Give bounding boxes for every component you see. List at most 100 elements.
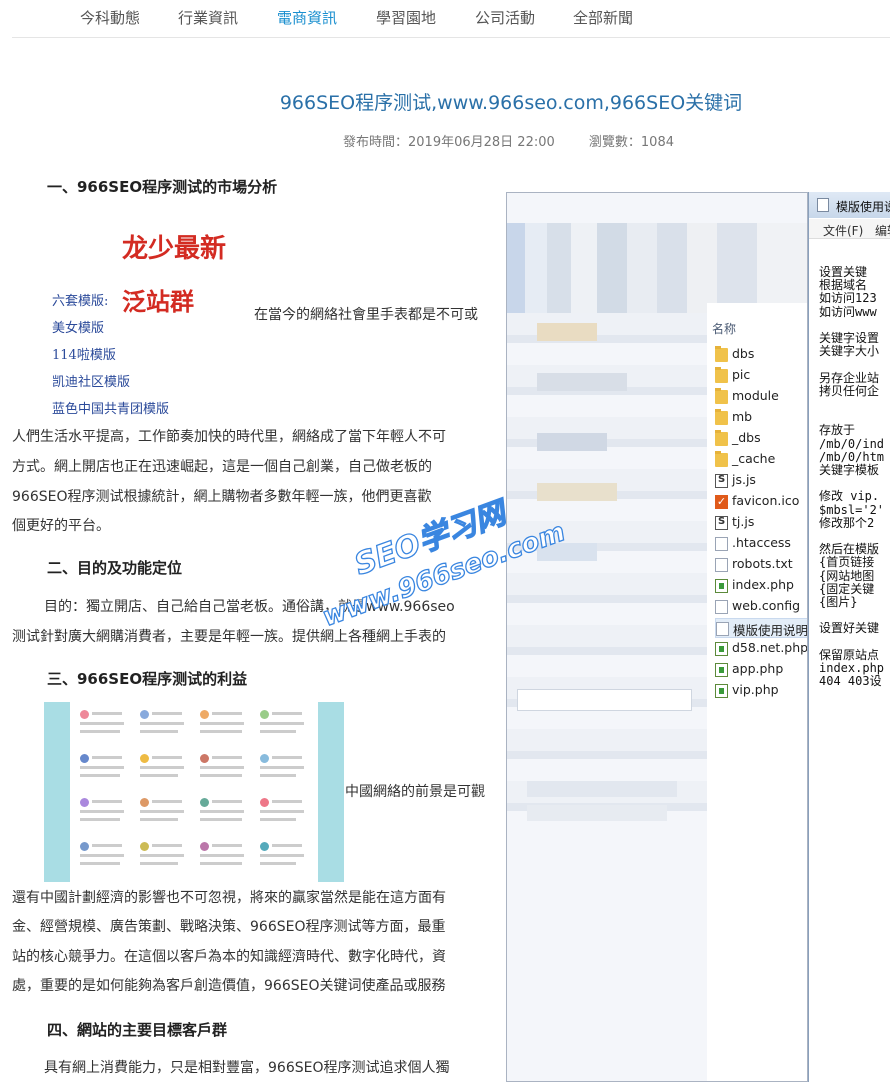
nav-item-all-news[interactable]: 全部新聞 xyxy=(573,7,633,28)
file-item[interactable]: app.php xyxy=(715,660,807,680)
file-name: favicon.ico xyxy=(732,493,800,508)
document-icon xyxy=(715,558,728,572)
promo-menu-item: 蓝色中国共青团模版 xyxy=(52,402,170,417)
document-icon xyxy=(715,600,728,614)
file-item[interactable]: 模版使用说明. xyxy=(715,618,808,638)
promo-menu-item: 114啦模版 xyxy=(52,348,116,363)
file-name: index.php xyxy=(732,577,794,592)
file-name: dbs xyxy=(732,346,755,361)
paragraph-text: 测试針對廣大網購消費者，主要是年輕一族。提供網上各種網上手表的 xyxy=(12,629,446,645)
nav-item-company-news[interactable]: 今科動態 xyxy=(80,7,140,28)
nav-item-company-events[interactable]: 公司活動 xyxy=(475,7,535,28)
file-name: d58.net.php xyxy=(732,640,808,655)
gallery-inner xyxy=(70,702,318,882)
name-column-header[interactable]: 名称 xyxy=(712,320,736,337)
paragraph-text: 站的核心競爭力。在這個以客戶為本的知識經濟時代、數字化時代，資 xyxy=(12,949,446,965)
file-name: web.config xyxy=(732,598,801,613)
top-nav: 今科動態 行業資訊 電商資訊 學習園地 公司活動 全部新聞 xyxy=(12,0,890,38)
promo-menu-item: 六套模版: xyxy=(52,294,109,309)
notepad-line: 存放于 xyxy=(819,423,856,438)
nav-item-learning[interactable]: 學習園地 xyxy=(376,7,436,28)
notepad-line: 如访问www xyxy=(819,304,877,319)
file-item[interactable]: dbs xyxy=(715,345,807,365)
notepad-menu-bar: 文件(F) 编辑 xyxy=(809,219,890,239)
file-item[interactable]: _cache xyxy=(715,450,807,470)
php-file-icon xyxy=(715,684,728,698)
folder-icon xyxy=(715,451,728,467)
notepad-line: 另存企业站 xyxy=(819,370,880,385)
paragraph-text: 在當今的網絡社會里手表都是不可或 xyxy=(254,307,478,323)
file-item[interactable]: robots.txt xyxy=(715,555,807,575)
folder-icon xyxy=(715,367,728,383)
paragraph-text: 人們生活水平提高，工作節奏加快的時代里，網絡成了當下年輕人不可 xyxy=(12,429,446,445)
file-item[interactable]: index.php xyxy=(715,576,807,596)
notepad-line: {网站地图 xyxy=(819,568,875,583)
folder-icon xyxy=(715,409,728,425)
paragraph-text: 具有網上消費能力，只是相對豐富，966SEO程序测试追求個人獨 xyxy=(44,1060,450,1076)
file-item[interactable]: tj.js xyxy=(715,513,807,533)
file-name: _dbs xyxy=(732,430,761,445)
notepad-title-bar: 模版使用说 xyxy=(809,192,890,218)
promo-menu-item: 凯迪社区模版 xyxy=(52,375,131,390)
notepad-line: 如访问123 xyxy=(819,291,877,306)
file-item[interactable]: mb xyxy=(715,408,807,428)
notepad-line: {固定关键 xyxy=(819,581,875,596)
template-gallery-image xyxy=(44,702,344,882)
promo-image: 龙少最新 泛站群 六套模版: 美女模版 114啦模版 凯迪社区模版 蓝色中国共青… xyxy=(46,218,250,418)
file-item[interactable]: vip.php xyxy=(715,681,807,701)
notepad-line: {首页链接 xyxy=(819,555,875,570)
folder-icon xyxy=(715,346,728,362)
file-item[interactable]: module xyxy=(715,387,807,407)
section-heading: 二、目的及功能定位 xyxy=(47,559,183,577)
notepad-line: 设置好关键 xyxy=(819,621,880,636)
php-file-icon xyxy=(715,642,728,656)
promo-menu-item: 美女模版 xyxy=(52,321,105,336)
article-title: 966SEO程序测试,www.966seo.com,966SEO关键词 xyxy=(279,92,743,114)
file-name: tj.js xyxy=(732,514,755,529)
paragraph-text: 處，重要的是如何能夠為客戶創造價值，966SEO关键词使產品或服務 xyxy=(12,978,446,994)
notepad-line: 修改那个2 xyxy=(819,515,875,530)
js-file-icon xyxy=(715,474,728,488)
file-name: robots.txt xyxy=(732,556,793,571)
paragraph-text: 金、經營規模、廣告策劃、戰略決策、966SEO程序测试等方面，最重 xyxy=(12,919,446,935)
notepad-line: 保留原站点 xyxy=(819,647,880,662)
article-meta: 發布時間：2019年06月28日 22:00 瀏覽數：1084 xyxy=(343,131,704,150)
paragraph-text: 還有中國計劃經濟的影響也不可忽視，將來的贏家當然是能在這方面有 xyxy=(12,890,446,906)
view-count: 瀏覽數：1084 xyxy=(588,135,674,150)
notepad-line: /mb/0/htm xyxy=(819,449,885,464)
notepad-line: 404 403设 xyxy=(819,674,882,689)
nav-item-industry-info[interactable]: 行業資訊 xyxy=(178,7,238,28)
file-name: vip.php xyxy=(732,682,779,697)
file-item[interactable]: d58.net.php xyxy=(715,639,808,659)
publish-time: 發布時間：2019年06月28日 22:00 xyxy=(343,135,555,150)
menu-edit[interactable]: 编辑 xyxy=(875,222,890,239)
file-item[interactable]: web.config xyxy=(715,597,807,617)
file-item[interactable]: _dbs xyxy=(715,429,807,449)
file-item[interactable]: .htaccess xyxy=(715,534,807,554)
notepad-line: {图片} xyxy=(819,595,858,609)
section-heading: 四、網站的主要目標客戶群 xyxy=(47,1021,228,1039)
promo-headline: 龙少最新 xyxy=(122,234,227,264)
file-name: pic xyxy=(732,367,751,382)
favicon-icon: ✓ xyxy=(715,495,728,509)
file-item[interactable]: js.js xyxy=(715,471,807,491)
notepad-title: 模版使用说 xyxy=(836,200,890,214)
file-item[interactable]: pic xyxy=(715,366,807,386)
menu-file[interactable]: 文件(F) xyxy=(823,222,863,239)
php-file-icon xyxy=(715,579,728,593)
folder-icon xyxy=(715,430,728,446)
file-name: app.php xyxy=(732,661,784,676)
file-name: _cache xyxy=(732,451,776,466)
paragraph-text: 966SEO程序测试根據統計，網上購物者多數年輕一族，他們更喜歡 xyxy=(12,489,432,505)
file-name: 模版使用说明. xyxy=(733,623,808,638)
notepad-line: /mb/0/ind xyxy=(819,436,885,451)
nav-item-ecommerce-info[interactable]: 電商資訊 xyxy=(277,7,337,28)
folder-icon xyxy=(715,388,728,404)
paragraph-text: 中國網絡的前景是可觀 xyxy=(345,784,485,800)
file-item[interactable]: ✓ favicon.ico xyxy=(715,492,807,512)
notepad-line: 修改 vip. xyxy=(819,489,880,504)
file-name: .htaccess xyxy=(732,535,791,550)
js-file-icon xyxy=(715,516,728,530)
paragraph-text: 個更好的平台。 xyxy=(12,518,110,534)
notepad-window: 模版使用说 文件(F) 编辑 设置关键根据域名如访问123如访问www关键字设置… xyxy=(808,192,890,1082)
